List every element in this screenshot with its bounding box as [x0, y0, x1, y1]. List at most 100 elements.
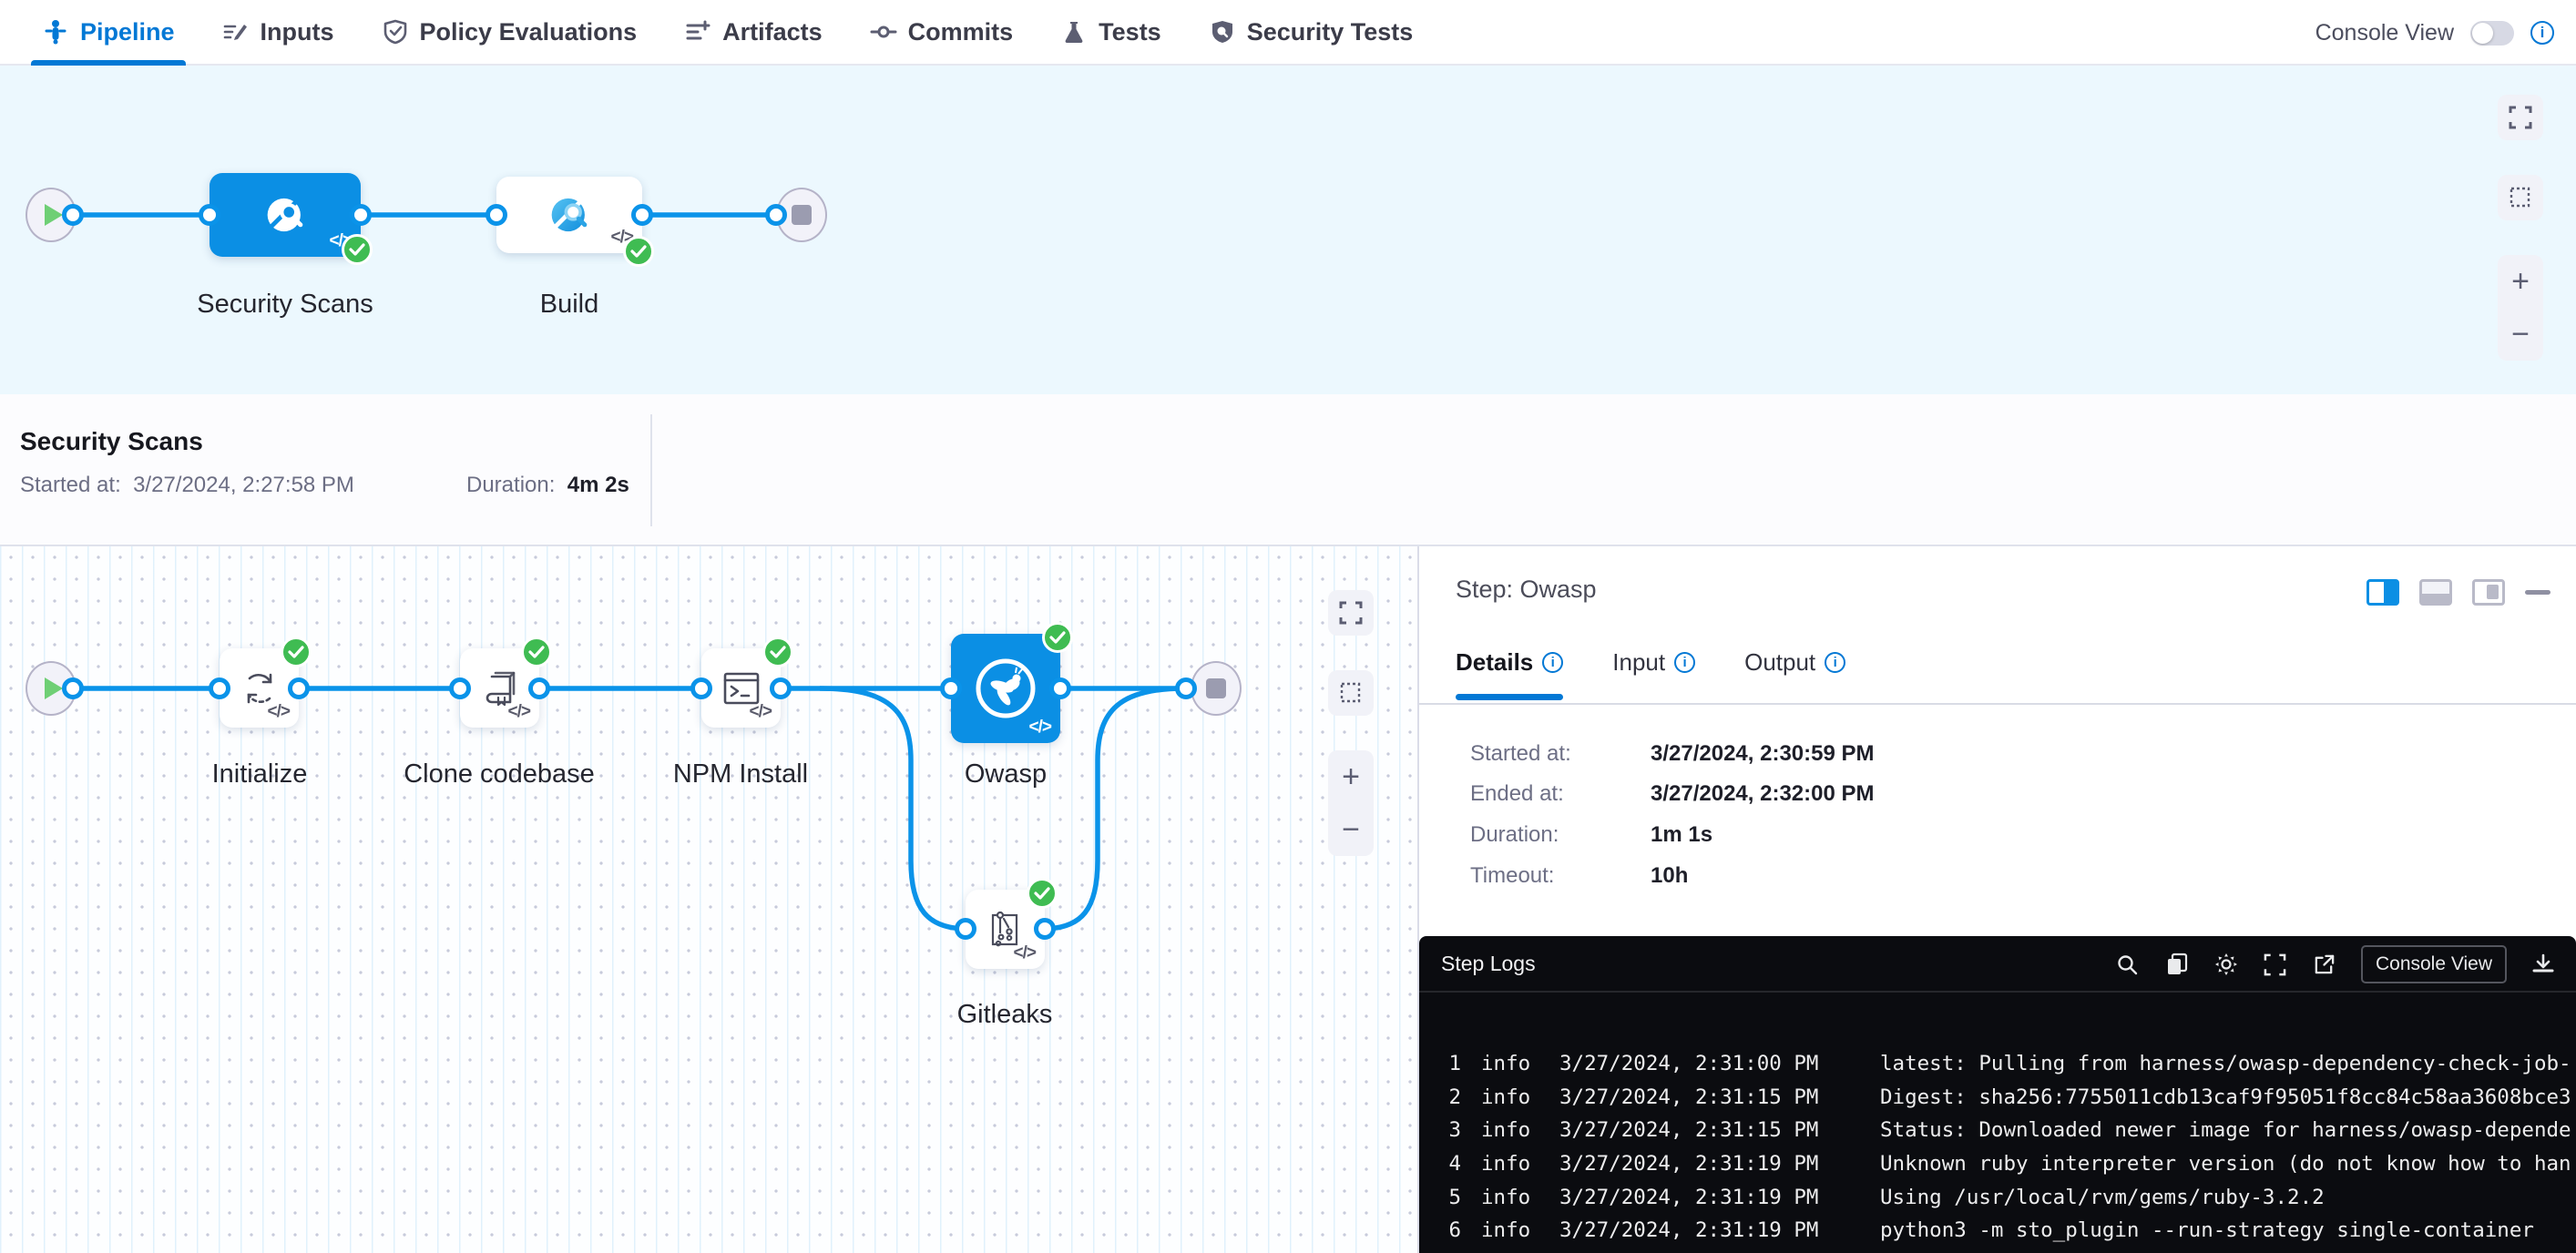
edge-port — [350, 204, 372, 226]
open-in-new-tab-button[interactable] — [2312, 952, 2337, 977]
tab-label: Pipeline — [80, 18, 175, 46]
step-label-clone-codebase[interactable]: Clone codebase — [404, 759, 595, 789]
console-view-label: Console View — [2315, 20, 2454, 46]
tab-details[interactable]: Details i — [1456, 648, 1563, 700]
tab-output[interactable]: Output i — [1744, 648, 1845, 700]
layout-floating-view-icon[interactable] — [2472, 579, 2505, 606]
edge-port — [955, 918, 976, 940]
log-line: 3 info 3/27/2024, 2:31:15 PM Status: Dow… — [1419, 1114, 2576, 1147]
log-line-number: 3 — [1419, 1118, 1461, 1142]
minimize-icon[interactable] — [2525, 590, 2550, 595]
expand-logs-button[interactable] — [2263, 952, 2288, 977]
download-logs-button[interactable] — [2530, 952, 2556, 977]
play-icon — [45, 204, 63, 226]
log-timestamp: 3/27/2024, 2:31:19 PM — [1559, 1186, 1860, 1209]
log-message: Digest: sha256:7755011cdb13caf9f95051f8c… — [1880, 1085, 2571, 1109]
zoom-controls[interactable]: + − — [1328, 750, 1374, 856]
tab-commits[interactable]: Commits — [870, 0, 1014, 65]
search-icon — [2116, 953, 2139, 976]
tab-input[interactable]: Input i — [1612, 648, 1695, 700]
tab-pipeline[interactable]: Pipeline — [42, 0, 175, 65]
stage-node-build[interactable]: </> — [496, 177, 642, 253]
search-logs-button[interactable] — [2115, 952, 2141, 977]
toggle-knob — [2472, 23, 2493, 44]
layout-split-view-icon[interactable] — [2366, 579, 2399, 606]
console-view-toggle[interactable] — [2470, 21, 2514, 46]
success-check-badge — [623, 236, 654, 267]
log-line: 5 info 3/27/2024, 2:31:19 PM Using /usr/… — [1419, 1180, 2576, 1214]
log-lines[interactable]: 1 info 3/27/2024, 2:31:00 PM latest: Pul… — [1419, 993, 2576, 1253]
edge-port — [486, 204, 507, 226]
ci-stage-icon — [543, 188, 596, 241]
download-icon — [2531, 952, 2555, 976]
layout-bottom-view-icon[interactable] — [2419, 579, 2452, 606]
code-mark-icon: </> — [1014, 943, 1036, 963]
step-details-panel: Step: Owasp Details i Input i Output i S… — [1419, 546, 2576, 1253]
fullscreen-button[interactable] — [1328, 590, 1374, 636]
zoom-out-button[interactable]: − — [1342, 814, 1360, 845]
info-icon[interactable]: i — [1674, 652, 1695, 673]
code-mark-icon: </> — [508, 702, 530, 722]
tab-inputs[interactable]: Inputs — [222, 0, 334, 65]
log-line: 4 info 3/27/2024, 2:31:19 PM Unknown rub… — [1419, 1147, 2576, 1181]
selection-mode-button[interactable] — [2498, 175, 2543, 220]
tab-label: Security Tests — [1247, 18, 1414, 46]
pipeline-icon — [42, 18, 69, 46]
selection-mode-button[interactable] — [1328, 670, 1374, 716]
edge-port — [1175, 677, 1197, 699]
stage-label-security-scans[interactable]: Security Scans — [197, 290, 373, 320]
log-line-number: 6 — [1419, 1218, 1461, 1242]
info-icon[interactable]: i — [1825, 652, 1845, 673]
copy-logs-button[interactable] — [2164, 952, 2190, 977]
success-check-badge — [762, 637, 793, 667]
started-at-value: 3/27/2024, 2:27:58 PM — [133, 473, 354, 497]
step-label-npm-install[interactable]: NPM Install — [673, 759, 808, 789]
edge-port — [528, 677, 550, 699]
log-level: info — [1481, 1085, 1539, 1109]
detail-label: Duration: — [1470, 822, 1651, 848]
tab-label: Artifacts — [722, 18, 823, 46]
external-link-icon — [2313, 953, 2336, 976]
divider — [1419, 703, 2576, 705]
info-icon[interactable]: i — [2530, 21, 2554, 45]
detail-label: Timeout: — [1470, 863, 1651, 889]
log-settings-button[interactable] — [2213, 952, 2239, 977]
log-timestamp: 3/27/2024, 2:31:19 PM — [1559, 1218, 1860, 1242]
zoom-out-button[interactable]: − — [2511, 319, 2530, 350]
stage-graph-canvas[interactable]: </> </> Security Scans Build — [0, 66, 2576, 394]
stage-node-security-scans[interactable]: </> — [210, 173, 361, 257]
stage-label-build[interactable]: Build — [540, 290, 599, 320]
console-view-button[interactable]: Console View — [2361, 945, 2507, 983]
edge-port — [1034, 918, 1056, 940]
fullscreen-icon — [1339, 601, 1363, 625]
security-tests-shield-icon — [1209, 18, 1236, 46]
edge-port — [62, 677, 84, 699]
ci-stage-icon — [259, 188, 312, 241]
tab-label: Policy Evaluations — [420, 18, 638, 46]
selection-box-icon — [2509, 186, 2532, 209]
execution-graph-canvas[interactable]: </> </> </> — [0, 546, 1419, 1253]
detail-label: Started at: — [1470, 741, 1651, 767]
fullscreen-button[interactable] — [2498, 95, 2543, 140]
success-check-badge — [281, 637, 312, 667]
info-icon[interactable]: i — [1542, 652, 1563, 673]
detail-row-timeout: Timeout: 10h — [1470, 863, 1688, 889]
zoom-in-button[interactable]: + — [2511, 266, 2530, 297]
edge-port — [199, 204, 220, 226]
step-node-owasp[interactable]: </> — [951, 634, 1060, 743]
tab-artifacts[interactable]: Artifacts — [684, 0, 823, 65]
copy-icon — [2165, 952, 2189, 976]
step-label-gitleaks[interactable]: Gitleaks — [957, 1000, 1053, 1030]
execution-end-node[interactable] — [1191, 661, 1242, 716]
tab-policy-evaluations[interactable]: Policy Evaluations — [382, 0, 638, 65]
tab-tests[interactable]: Tests — [1060, 0, 1161, 65]
step-label-initialize[interactable]: Initialize — [212, 759, 308, 789]
artifacts-icon — [684, 18, 711, 46]
tab-security-tests[interactable]: Security Tests — [1209, 0, 1414, 65]
selection-box-icon — [1339, 681, 1363, 705]
detail-value: 3/27/2024, 2:30:59 PM — [1651, 741, 1875, 767]
zoom-in-button[interactable]: + — [1342, 761, 1360, 792]
log-timestamp: 3/27/2024, 2:31:00 PM — [1559, 1052, 1860, 1075]
step-label-owasp[interactable]: Owasp — [965, 759, 1047, 789]
zoom-controls[interactable]: + − — [2498, 255, 2543, 361]
